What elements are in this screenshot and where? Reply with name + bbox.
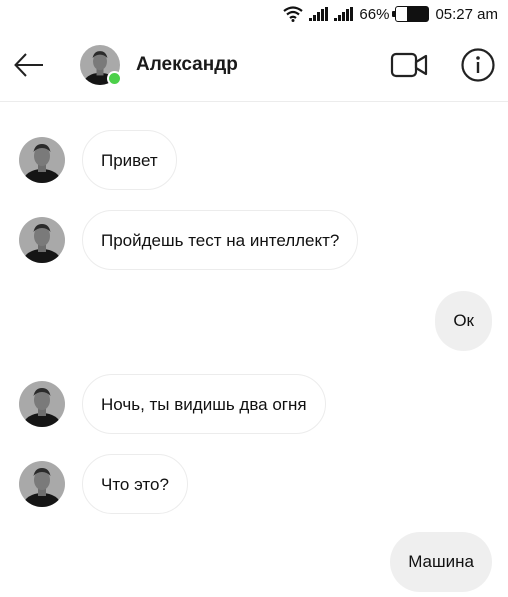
- clock: 05:27 am: [435, 5, 498, 23]
- online-status-dot: [107, 71, 122, 86]
- incoming-message-bubble[interactable]: Пройдешь тест на интеллект?: [82, 210, 359, 270]
- signal-icon: [334, 7, 354, 21]
- outgoing-message-bubble[interactable]: Машина: [390, 532, 492, 592]
- sender-avatar[interactable]: [19, 381, 65, 427]
- info-icon[interactable]: [460, 47, 496, 83]
- outgoing-message-bubble[interactable]: Ок: [435, 291, 492, 351]
- battery-icon: [392, 6, 430, 22]
- message-row: Ночь, ты видишь два огня: [19, 374, 326, 434]
- incoming-message-bubble[interactable]: Ночь, ты видишь два огня: [82, 374, 326, 434]
- video-call-icon[interactable]: [390, 50, 430, 80]
- message-row: Пройдешь тест на интеллект?: [19, 210, 359, 270]
- message-row: Машина: [390, 532, 492, 592]
- back-arrow-icon[interactable]: [12, 48, 46, 82]
- message-row: Ок: [435, 291, 492, 351]
- battery-percent: 66%: [359, 5, 390, 23]
- contact-avatar[interactable]: [80, 45, 122, 86]
- chat-header: Александр: [0, 28, 508, 102]
- signal-icon: [309, 7, 329, 21]
- status-bar: 66% 05:27 am: [0, 0, 508, 28]
- contact-name[interactable]: Александр: [136, 54, 238, 76]
- message-row: Привет: [19, 130, 177, 190]
- incoming-message-bubble[interactable]: Привет: [82, 130, 177, 190]
- incoming-message-bubble[interactable]: Что это?: [82, 454, 188, 514]
- wifi-icon: [283, 6, 304, 22]
- sender-avatar[interactable]: [19, 217, 65, 263]
- sender-avatar[interactable]: [19, 137, 65, 183]
- message-row: Что это?: [19, 454, 188, 514]
- sender-avatar[interactable]: [19, 461, 65, 507]
